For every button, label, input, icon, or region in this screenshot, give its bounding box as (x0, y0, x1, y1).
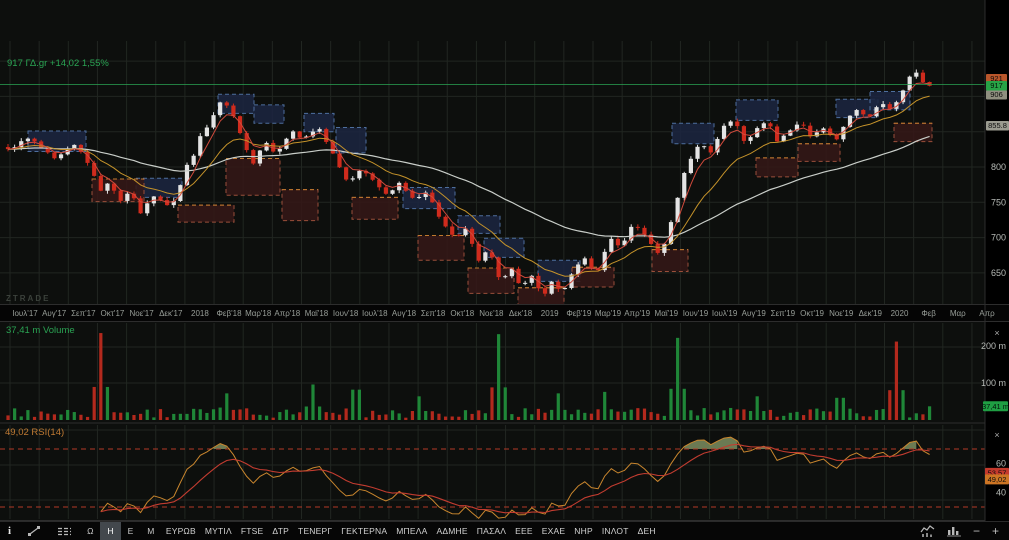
svg-text:Ιουλ'19: Ιουλ'19 (712, 309, 738, 318)
svg-text:Ιουν'18: Ιουν'18 (333, 309, 359, 318)
ticker-item-ΤΕΝΕΡΓ[interactable]: ΤΕΝΕΡΓ (294, 522, 337, 540)
trendline-tool-icon[interactable] (19, 522, 49, 540)
svg-text:Σεπ'17: Σεπ'17 (71, 309, 96, 318)
svg-text:Σεπ'19: Σεπ'19 (771, 309, 796, 318)
svg-text:2019: 2019 (541, 309, 559, 318)
svg-text:Αυγ'19: Αυγ'19 (742, 309, 767, 318)
ticker-item-ΜΠΕΛΑ[interactable]: ΜΠΕΛΑ (392, 522, 432, 540)
svg-text:Φεβ: Φεβ (921, 309, 936, 318)
ticker-item-ΝΗΡ[interactable]: ΝΗΡ (570, 522, 598, 540)
svg-text:Απρ'18: Απρ'18 (274, 309, 300, 318)
svg-text:Ιουλ'17: Ιουλ'17 (12, 309, 38, 318)
timeframe-button-Ε[interactable]: Ε (121, 522, 141, 540)
rsi-close-button[interactable]: × (994, 430, 999, 440)
indicators-tool-icon[interactable] (49, 522, 80, 540)
svg-text:650: 650 (991, 268, 1006, 278)
svg-text:700: 700 (991, 233, 1006, 243)
info-icon: i (8, 525, 12, 537)
svg-text:Μαρ'18: Μαρ'18 (245, 309, 272, 318)
zoom-in-button[interactable]: + (992, 525, 999, 537)
svg-text:906: 906 (990, 90, 1003, 99)
ticker-item-ΕΧΑΕ[interactable]: ΕΧΑΕ (537, 522, 569, 540)
svg-text:855.8: 855.8 (988, 121, 1007, 130)
ticker-item-ΠΑΣΑΛ[interactable]: ΠΑΣΑΛ (472, 522, 510, 540)
svg-text:Οκτ'19: Οκτ'19 (800, 309, 824, 318)
chart-area: Ιουλ'17 Αυγ'17 Σεπ'17 Οκτ'17 Νοε'17 Δεκ'17 201… (0, 0, 1009, 521)
svg-text:Μαϊ'18: Μαϊ'18 (305, 309, 329, 318)
svg-text:100 m: 100 m (981, 378, 1006, 388)
svg-text:2018: 2018 (191, 309, 209, 318)
svg-text:Φεβ'19: Φεβ'19 (566, 309, 592, 318)
svg-text:Δεκ'19: Δεκ'19 (859, 309, 883, 318)
svg-text:Δεκ'18: Δεκ'18 (509, 309, 533, 318)
svg-text:Μαρ: Μαρ (950, 309, 966, 318)
svg-text:Οκτ'18: Οκτ'18 (450, 309, 474, 318)
ticker-item-ΔΕΗ[interactable]: ΔΕΗ (633, 522, 660, 540)
volume-close-button[interactable]: × (994, 328, 999, 338)
svg-text:750: 750 (991, 197, 1006, 207)
svg-text:Απρ'19: Απρ'19 (624, 309, 650, 318)
ticker-item-ΔΤΡ[interactable]: ΔΤΡ (268, 522, 294, 540)
svg-text:Ιουλ'18: Ιουλ'18 (362, 309, 388, 318)
svg-text:Σεπ'18: Σεπ'18 (421, 309, 446, 318)
ticker-item-ΕΥΡΩΒ[interactable]: ΕΥΡΩΒ (161, 522, 200, 540)
line-chart-icon[interactable] (920, 525, 935, 537)
toolbar-right-group: − + (920, 525, 1009, 537)
ticker-item-ΑΔΜΗΕ[interactable]: ΑΔΜΗΕ (432, 522, 472, 540)
trading-app: Ιουλ'17 Αυγ'17 Σεπ'17 Οκτ'17 Νοε'17 Δεκ'17 201… (0, 0, 1009, 540)
ticker-item-ΕΕΕ[interactable]: ΕΕΕ (511, 522, 538, 540)
timeframe-button-Ω[interactable]: Ω (80, 522, 100, 540)
svg-text:Μαρ'19: Μαρ'19 (595, 309, 622, 318)
timeframe-button-Η[interactable]: Η (100, 522, 121, 540)
timeframe-button-Μ[interactable]: Μ (140, 522, 161, 540)
svg-text:Αυγ'17: Αυγ'17 (42, 309, 67, 318)
svg-text:40: 40 (996, 488, 1006, 498)
svg-text:Απρ: Απρ (979, 309, 995, 318)
svg-text:Νοε'18: Νοε'18 (479, 309, 504, 318)
svg-text:Αυγ'18: Αυγ'18 (392, 309, 417, 318)
ticker-item-ΙΝΛΟΤ[interactable]: ΙΝΛΟΤ (597, 522, 633, 540)
svg-text:Μαϊ'19: Μαϊ'19 (655, 309, 679, 318)
svg-text:200 m: 200 m (981, 341, 1006, 351)
ticker-item-ΜΥΤΙΛ[interactable]: ΜΥΤΙΛ (200, 522, 236, 540)
zoom-out-button[interactable]: − (973, 525, 980, 537)
svg-text:Νοε'17: Νοε'17 (129, 309, 154, 318)
svg-text:917: 917 (990, 81, 1003, 90)
svg-text:800: 800 (991, 162, 1006, 172)
svg-text:Οκτ'17: Οκτ'17 (101, 309, 125, 318)
svg-text:60: 60 (996, 459, 1006, 469)
bar-chart-icon[interactable] (946, 525, 961, 537)
svg-text:Ιουν'19: Ιουν'19 (683, 309, 709, 318)
svg-text:49,02: 49,02 (988, 475, 1007, 484)
svg-text:Φεβ'18: Φεβ'18 (217, 309, 243, 318)
svg-text:2020: 2020 (891, 309, 909, 318)
svg-text:Δεκ'17: Δεκ'17 (159, 309, 183, 318)
svg-text:37,41 m: 37,41 m (982, 402, 1009, 411)
ticker-item-FTSE[interactable]: FTSE (236, 522, 268, 540)
bottom-toolbar: i Ω Η Ε Μ ΕΥΡΩΒ ΜΥΤΙΛ FTSE ΔΤΡ ΤΕΝΕΡΓ ΓΕΚΤΕΡΝΑ ΜΠΕΛ… (0, 521, 1009, 540)
ticker-item-ΓΕΚΤΕΡΝΑ[interactable]: ΓΕΚΤΕΡΝΑ (337, 522, 392, 540)
info-icon[interactable]: i (0, 522, 19, 540)
svg-text:Νοε'19: Νοε'19 (829, 309, 854, 318)
